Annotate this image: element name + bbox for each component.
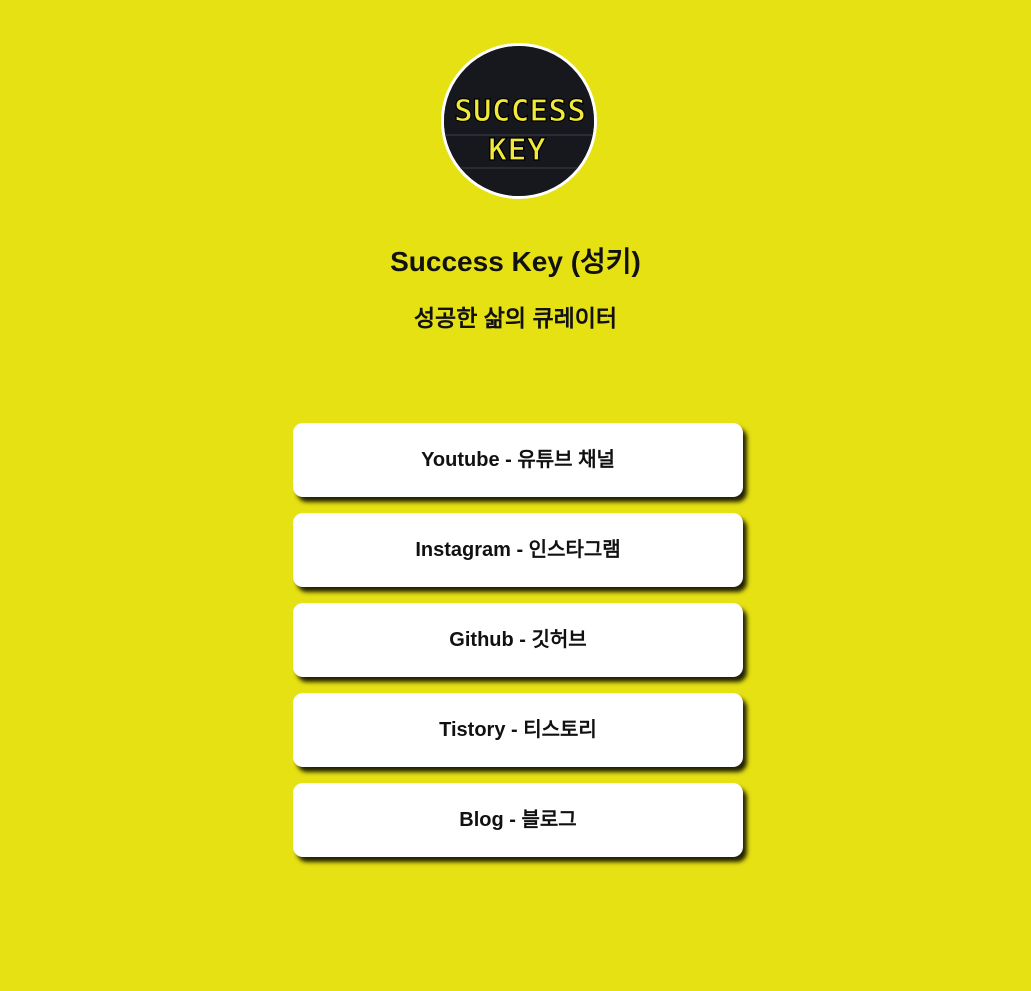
link-page: SUCCESS KEY Success Key (성키) 성공한 삶의 큐레이터… [0, 0, 1031, 991]
github-link-button[interactable]: Github - 깃허브 [293, 603, 743, 677]
blog-link-button[interactable]: Blog - 블로그 [293, 783, 743, 857]
success-key-logo: SUCCESS KEY [444, 46, 594, 196]
link-list: Youtube - 유튜브 채널 Instagram - 인스타그램 Githu… [293, 423, 743, 873]
logo-text-line2: KEY [488, 133, 546, 168]
tistory-link-button[interactable]: Tistory - 티스토리 [293, 693, 743, 767]
profile-avatar: SUCCESS KEY [441, 43, 597, 199]
profile-tagline: 성공한 삶의 큐레이터 [413, 305, 618, 331]
profile-name: Success Key (성키) [390, 246, 641, 277]
instagram-link-button[interactable]: Instagram - 인스타그램 [293, 513, 743, 587]
logo-text-line1: SUCCESS [454, 94, 586, 129]
youtube-link-button[interactable]: Youtube - 유튜브 채널 [293, 423, 743, 497]
